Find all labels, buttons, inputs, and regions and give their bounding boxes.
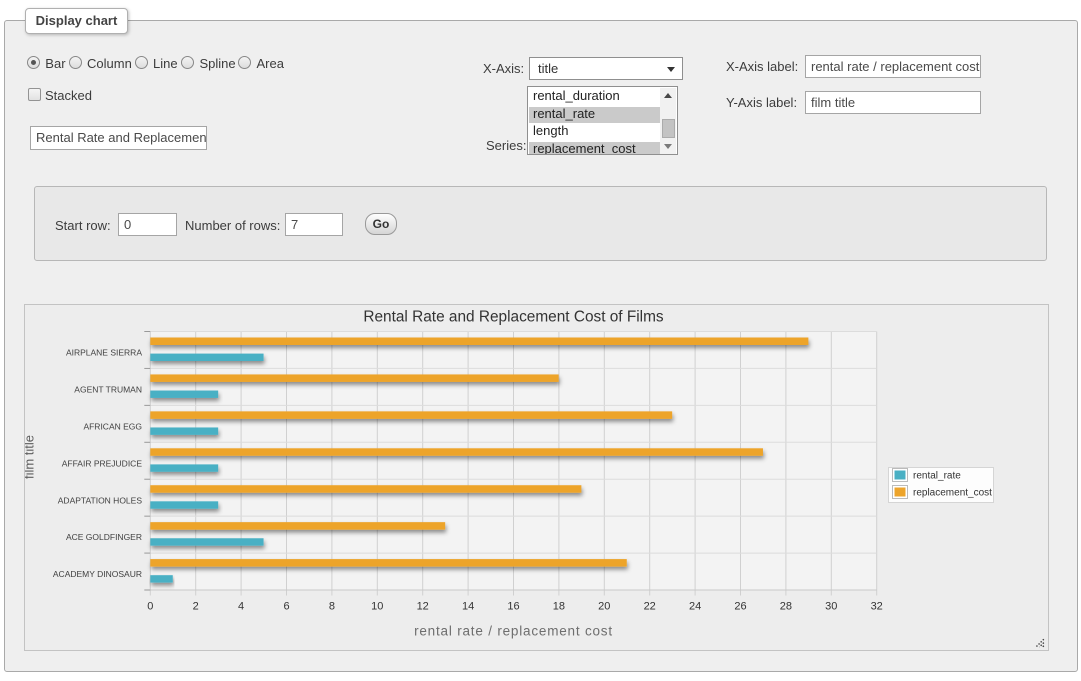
svg-text:10: 10: [371, 601, 383, 613]
svg-text:rental rate / replacement cost: rental rate / replacement cost: [414, 624, 613, 639]
svg-text:14: 14: [462, 601, 474, 613]
svg-text:AFFAIR PREJUDICE: AFFAIR PREJUDICE: [62, 458, 143, 468]
svg-text:24: 24: [689, 601, 701, 613]
svg-text:18: 18: [553, 601, 565, 613]
svg-text:Rental Rate and Replacement Co: Rental Rate and Replacement Cost of Film…: [363, 308, 664, 325]
svg-text:AFRICAN EGG: AFRICAN EGG: [83, 421, 142, 431]
svg-text:replacement_cost: replacement_cost: [913, 488, 992, 499]
svg-text:12: 12: [417, 601, 429, 613]
svg-text:AIRPLANE SIERRA: AIRPLANE SIERRA: [66, 348, 142, 358]
svg-text:4: 4: [238, 601, 244, 613]
svg-text:8: 8: [329, 601, 335, 613]
svg-text:ADAPTATION HOLES: ADAPTATION HOLES: [58, 495, 143, 505]
svg-text:ACE GOLDFINGER: ACE GOLDFINGER: [66, 532, 142, 542]
svg-text:20: 20: [598, 601, 610, 613]
svg-text:22: 22: [644, 601, 656, 613]
svg-text:ACADEMY DINOSAUR: ACADEMY DINOSAUR: [53, 569, 142, 579]
svg-text:28: 28: [780, 601, 792, 613]
svg-text:16: 16: [507, 601, 519, 613]
svg-text:AGENT TRUMAN: AGENT TRUMAN: [74, 385, 142, 395]
svg-text:26: 26: [734, 601, 746, 613]
svg-text:30: 30: [825, 601, 837, 613]
svg-text:6: 6: [283, 601, 289, 613]
svg-text:0: 0: [147, 601, 153, 613]
svg-text:2: 2: [193, 601, 199, 613]
svg-text:film title: film title: [25, 435, 37, 479]
svg-text:rental_rate: rental_rate: [913, 471, 961, 482]
svg-text:32: 32: [871, 601, 883, 613]
